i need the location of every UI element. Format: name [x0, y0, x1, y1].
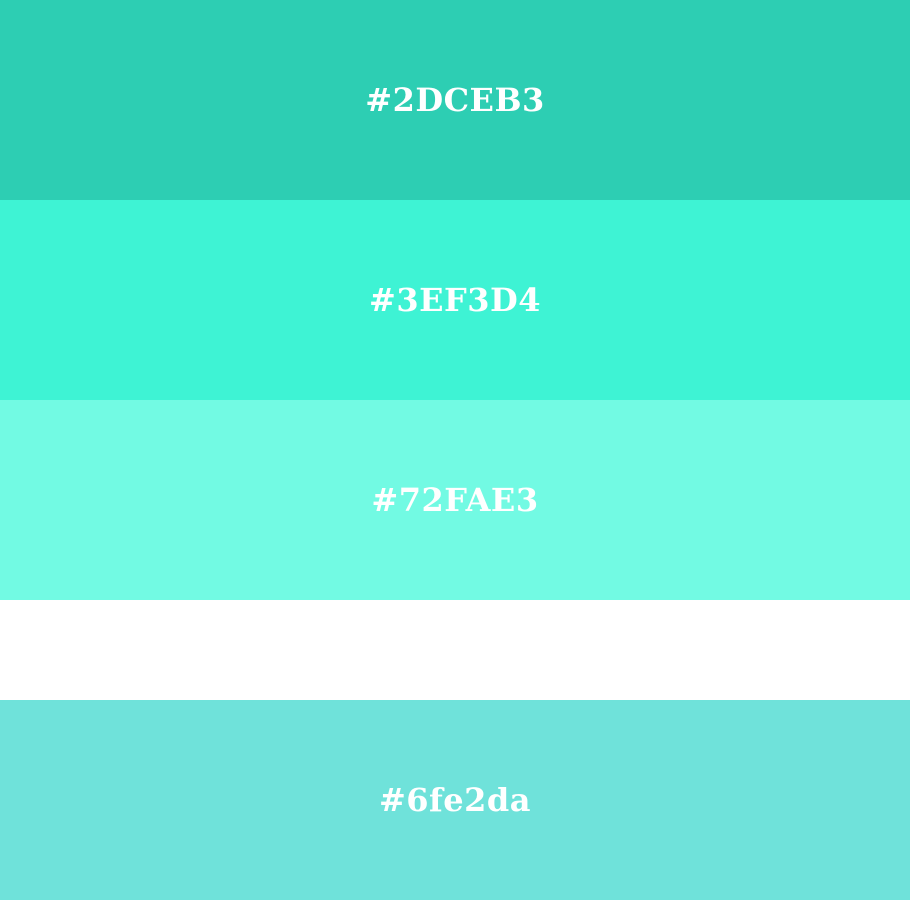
color-palette: #2DCEB3 #3EF3D4 #72FAE3 #6fe2da [0, 0, 910, 900]
blank-spacer [0, 600, 910, 700]
color-swatch-2: #3EF3D4 [0, 200, 910, 400]
color-swatch-4: #6fe2da [0, 700, 910, 900]
swatch-hex-label-1: #2DCEB3 [365, 81, 545, 119]
swatch-hex-label-2: #3EF3D4 [369, 281, 541, 319]
swatch-hex-label-4: #6fe2da [378, 781, 532, 819]
color-swatch-1: #2DCEB3 [0, 0, 910, 200]
swatch-hex-label-3: #72FAE3 [371, 481, 539, 519]
color-swatch-3: #72FAE3 [0, 400, 910, 600]
